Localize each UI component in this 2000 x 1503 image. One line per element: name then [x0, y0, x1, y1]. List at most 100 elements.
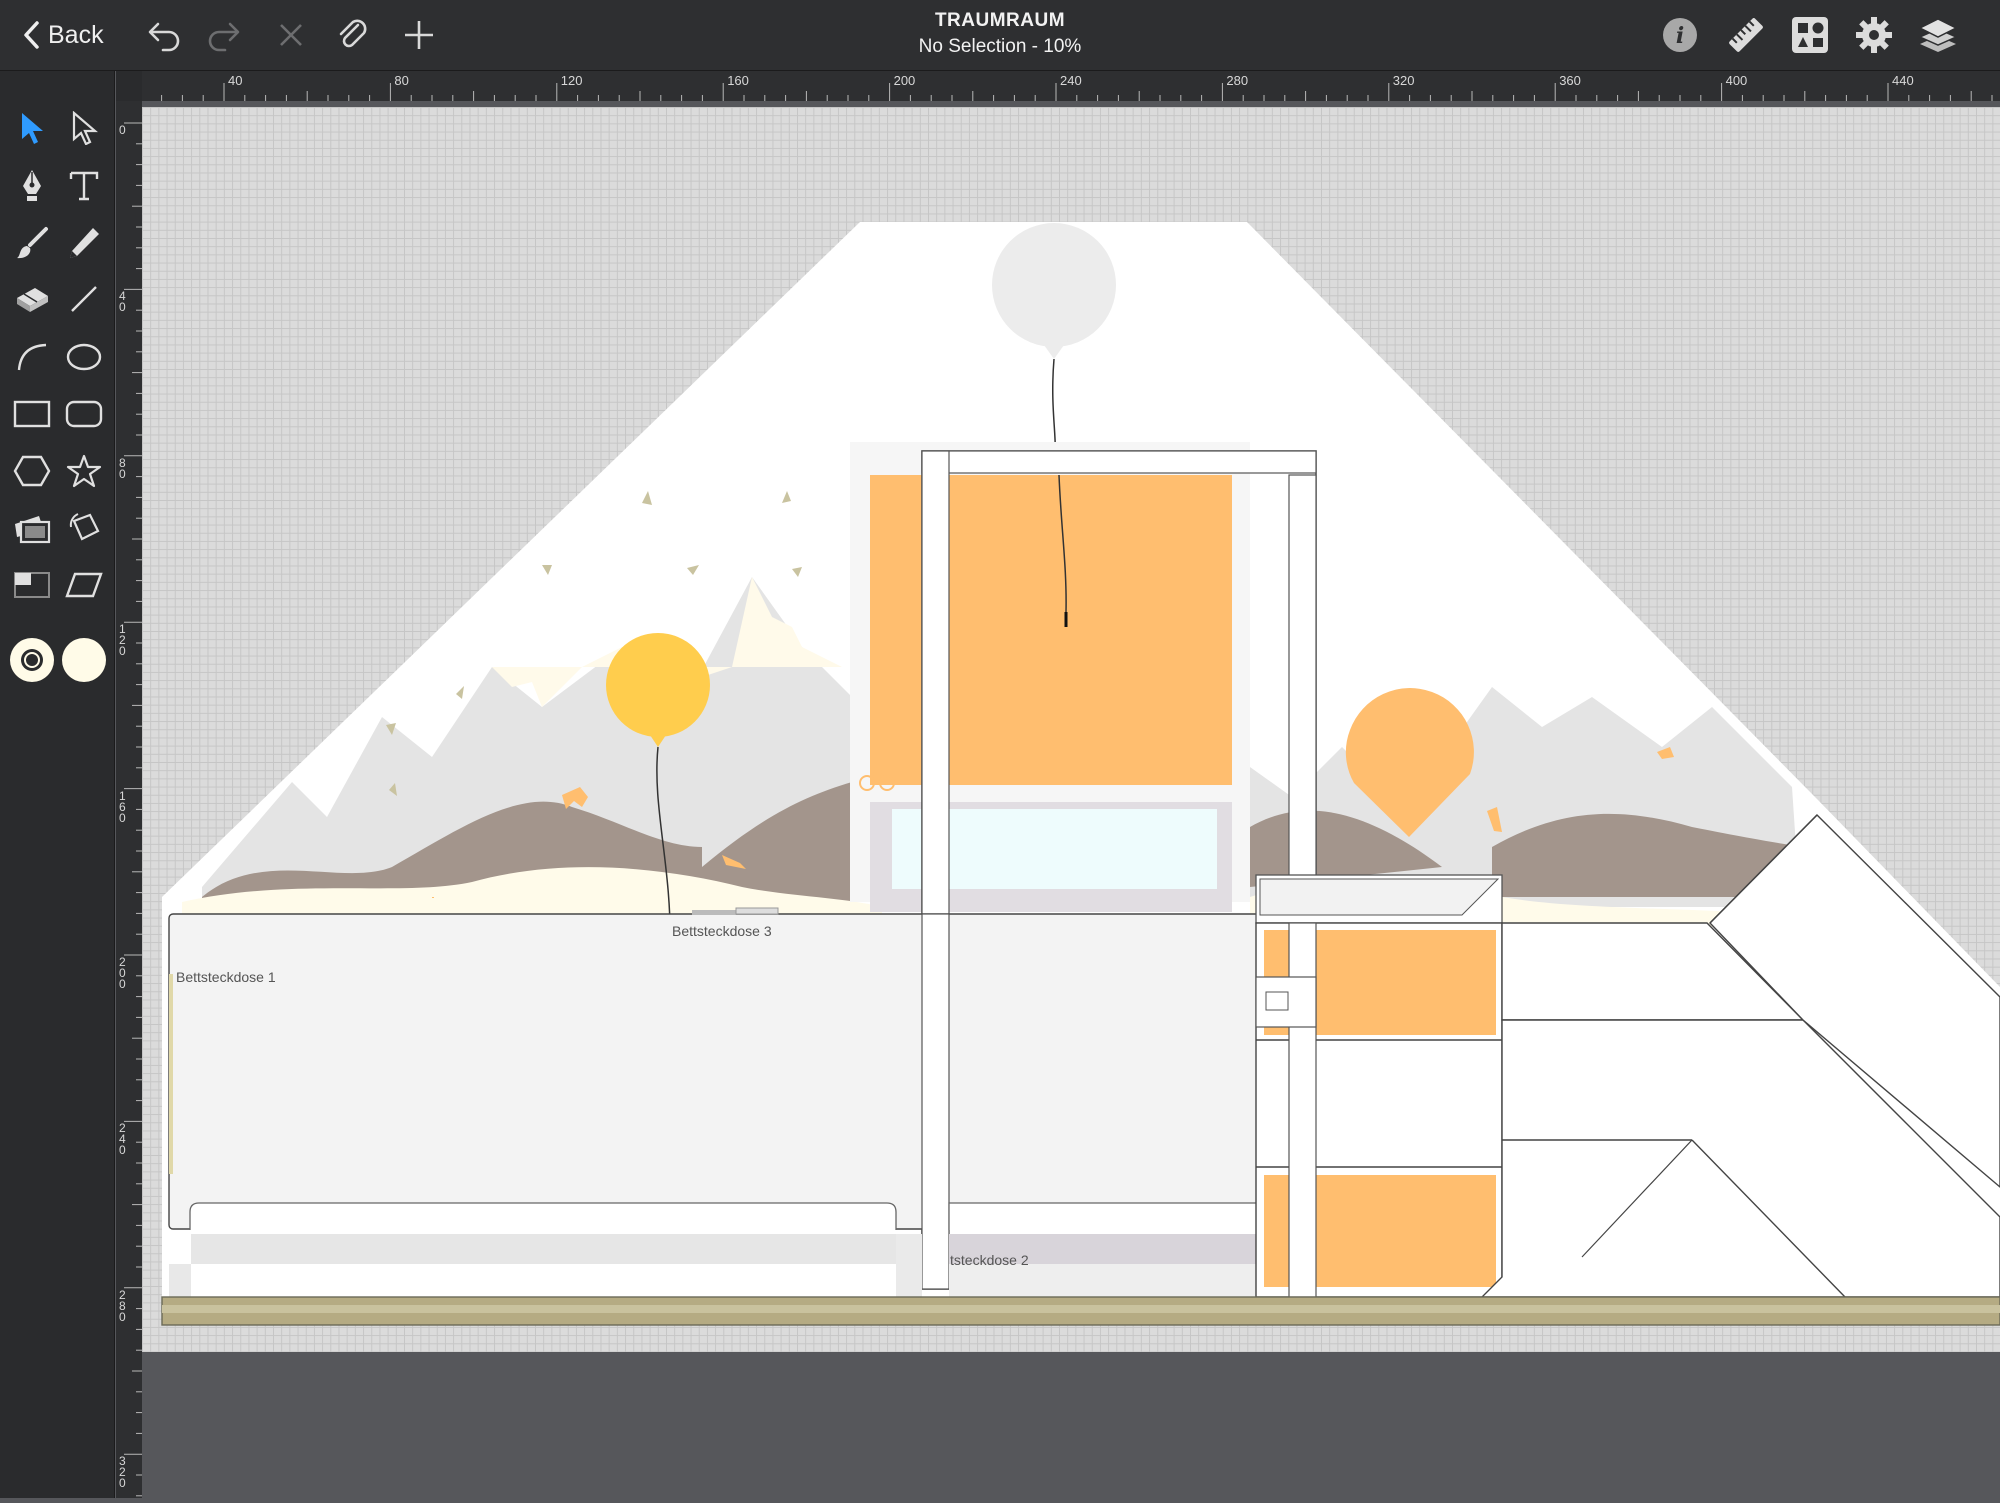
- ruler-label: 200: [119, 955, 126, 991]
- text-tool-icon: [69, 171, 99, 201]
- fill-color-swatch[interactable]: [60, 636, 108, 684]
- ruler-label: 440: [1892, 73, 1914, 88]
- balloon-yellow: [606, 633, 710, 737]
- socket-label-3: Bettsteckdose 3: [672, 923, 772, 939]
- tool-polygon[interactable]: [10, 449, 54, 493]
- tool-star[interactable]: [62, 449, 106, 493]
- artboard-grid[interactable]: Bettsteckdose 3 Bettsteckdose 1 tsteckdo…: [142, 107, 2000, 1352]
- tool-arc[interactable]: [10, 335, 54, 379]
- selection-arrow-icon: [22, 113, 43, 144]
- ruler-label: 280: [119, 1287, 126, 1324]
- document-title: TRAUMRAUM: [934, 10, 1066, 31]
- redo-button[interactable]: [202, 12, 248, 58]
- ruler-label: 240: [119, 1121, 126, 1158]
- pen-tool-icon: [23, 170, 41, 201]
- tool-parallelogram[interactable]: [62, 563, 106, 607]
- ruler-label: 240: [1060, 73, 1082, 88]
- rounded-rectangle-tool-icon: [65, 400, 103, 428]
- add-button[interactable]: [396, 12, 442, 58]
- add-icon: [405, 21, 433, 49]
- transform-tool-icon: [69, 513, 100, 541]
- socket-label-1: Bettsteckdose 1: [176, 969, 276, 985]
- vertical-ruler[interactable]: 0 40 80 120 160 200 240 280 320: [116, 101, 142, 1498]
- frame-tool-icon: [14, 572, 50, 598]
- tool-line[interactable]: [62, 277, 106, 321]
- delete-icon: [280, 24, 302, 46]
- ruler-label: 120: [560, 73, 583, 88]
- ruler-label: 120: [119, 622, 126, 659]
- tool-pencil[interactable]: [62, 221, 106, 265]
- document-title-block[interactable]: TRAUMRAUM No Selection - 10%: [700, 10, 1300, 58]
- ruler-label: 40: [119, 289, 126, 315]
- info-button[interactable]: i: [1660, 12, 1700, 58]
- shapes-library-button[interactable]: [1788, 12, 1832, 58]
- star-tool-icon: [66, 454, 102, 488]
- ruler-label: 360: [1559, 73, 1581, 88]
- direct-selection-arrow-icon: [72, 111, 98, 145]
- tool-selection[interactable]: [10, 106, 54, 150]
- info-icon: i: [1663, 18, 1697, 52]
- stroke-swatch-icon: [10, 638, 54, 682]
- hexagon-tool-icon: [13, 455, 51, 487]
- socket-label-2: tsteckdose 2: [950, 1252, 1029, 1268]
- ruler-label: 160: [727, 73, 749, 88]
- top-toolbar: Back TRAUMRAUM No Selection - 10% i: [0, 0, 2000, 71]
- ruler-label: 80: [119, 455, 126, 481]
- arc-tool-icon: [17, 343, 47, 371]
- tool-text[interactable]: [62, 164, 106, 208]
- ruler-label: 80: [394, 73, 409, 88]
- layers-icon: [1918, 18, 1958, 52]
- rectangle-tool-icon: [13, 400, 51, 428]
- ruler-label: 400: [1725, 73, 1748, 88]
- back-label: Back: [48, 20, 104, 49]
- layers-button[interactable]: [1916, 12, 1960, 58]
- tool-frame[interactable]: [10, 563, 54, 607]
- ellipse-tool-icon: [66, 343, 102, 371]
- chevron-left-icon: [24, 21, 39, 49]
- balloon-white: [992, 223, 1116, 347]
- bed: [168, 913, 1282, 1230]
- back-button[interactable]: Back: [22, 12, 122, 58]
- tool-transform[interactable]: [62, 506, 106, 550]
- pencil-icon: [70, 228, 99, 258]
- attach-button[interactable]: [330, 12, 376, 58]
- settings-button[interactable]: [1852, 12, 1896, 58]
- horizontal-ruler[interactable]: 40 80 120 160 200 240 280 320 360 400 440: [142, 71, 2000, 101]
- ruler-label: 160: [119, 788, 126, 825]
- ruler-label: 320: [119, 1454, 126, 1491]
- ruler-label: 320: [1392, 73, 1415, 88]
- delete-button[interactable]: [268, 12, 314, 58]
- ruler-label: 40: [228, 73, 243, 88]
- undo-button[interactable]: [140, 12, 186, 58]
- ruler-icon: [1729, 18, 1763, 52]
- tool-eraser[interactable]: [10, 277, 54, 321]
- svg-text:i: i: [1676, 23, 1684, 49]
- shapes-library-icon: [1792, 17, 1828, 53]
- tool-brush[interactable]: [10, 221, 54, 265]
- eraser-icon: [17, 288, 48, 312]
- ruler-label: 0: [119, 123, 126, 137]
- fill-swatch-icon: [62, 638, 106, 682]
- gear-icon: [1856, 17, 1892, 53]
- tool-direct-selection[interactable]: [62, 106, 106, 150]
- image-tool-icon: [15, 516, 51, 544]
- room-drawing: [161, 222, 2000, 1326]
- ruler-button[interactable]: [1724, 12, 1768, 58]
- tool-ellipse[interactable]: [62, 335, 106, 379]
- ruler-label: 200: [893, 73, 916, 88]
- drawing-canvas[interactable]: Bettsteckdose 3 Bettsteckdose 1 tsteckdo…: [142, 101, 2000, 1498]
- ruler-corner: [116, 71, 142, 101]
- redo-icon: [208, 22, 240, 52]
- ruler-label: 280: [1226, 73, 1249, 88]
- tool-rectangle[interactable]: [10, 392, 54, 436]
- tool-rounded-rectangle[interactable]: [62, 392, 106, 436]
- tool-palette: [0, 71, 115, 1498]
- tool-image[interactable]: [10, 506, 54, 550]
- selection-status: No Selection - 10%: [918, 36, 1082, 57]
- parallelogram-tool-icon: [65, 572, 103, 598]
- tool-pen[interactable]: [10, 164, 54, 208]
- line-tool-icon: [71, 286, 97, 312]
- attach-icon: [339, 19, 367, 48]
- stroke-color-swatch[interactable]: [8, 636, 56, 684]
- brush-icon: [17, 227, 48, 259]
